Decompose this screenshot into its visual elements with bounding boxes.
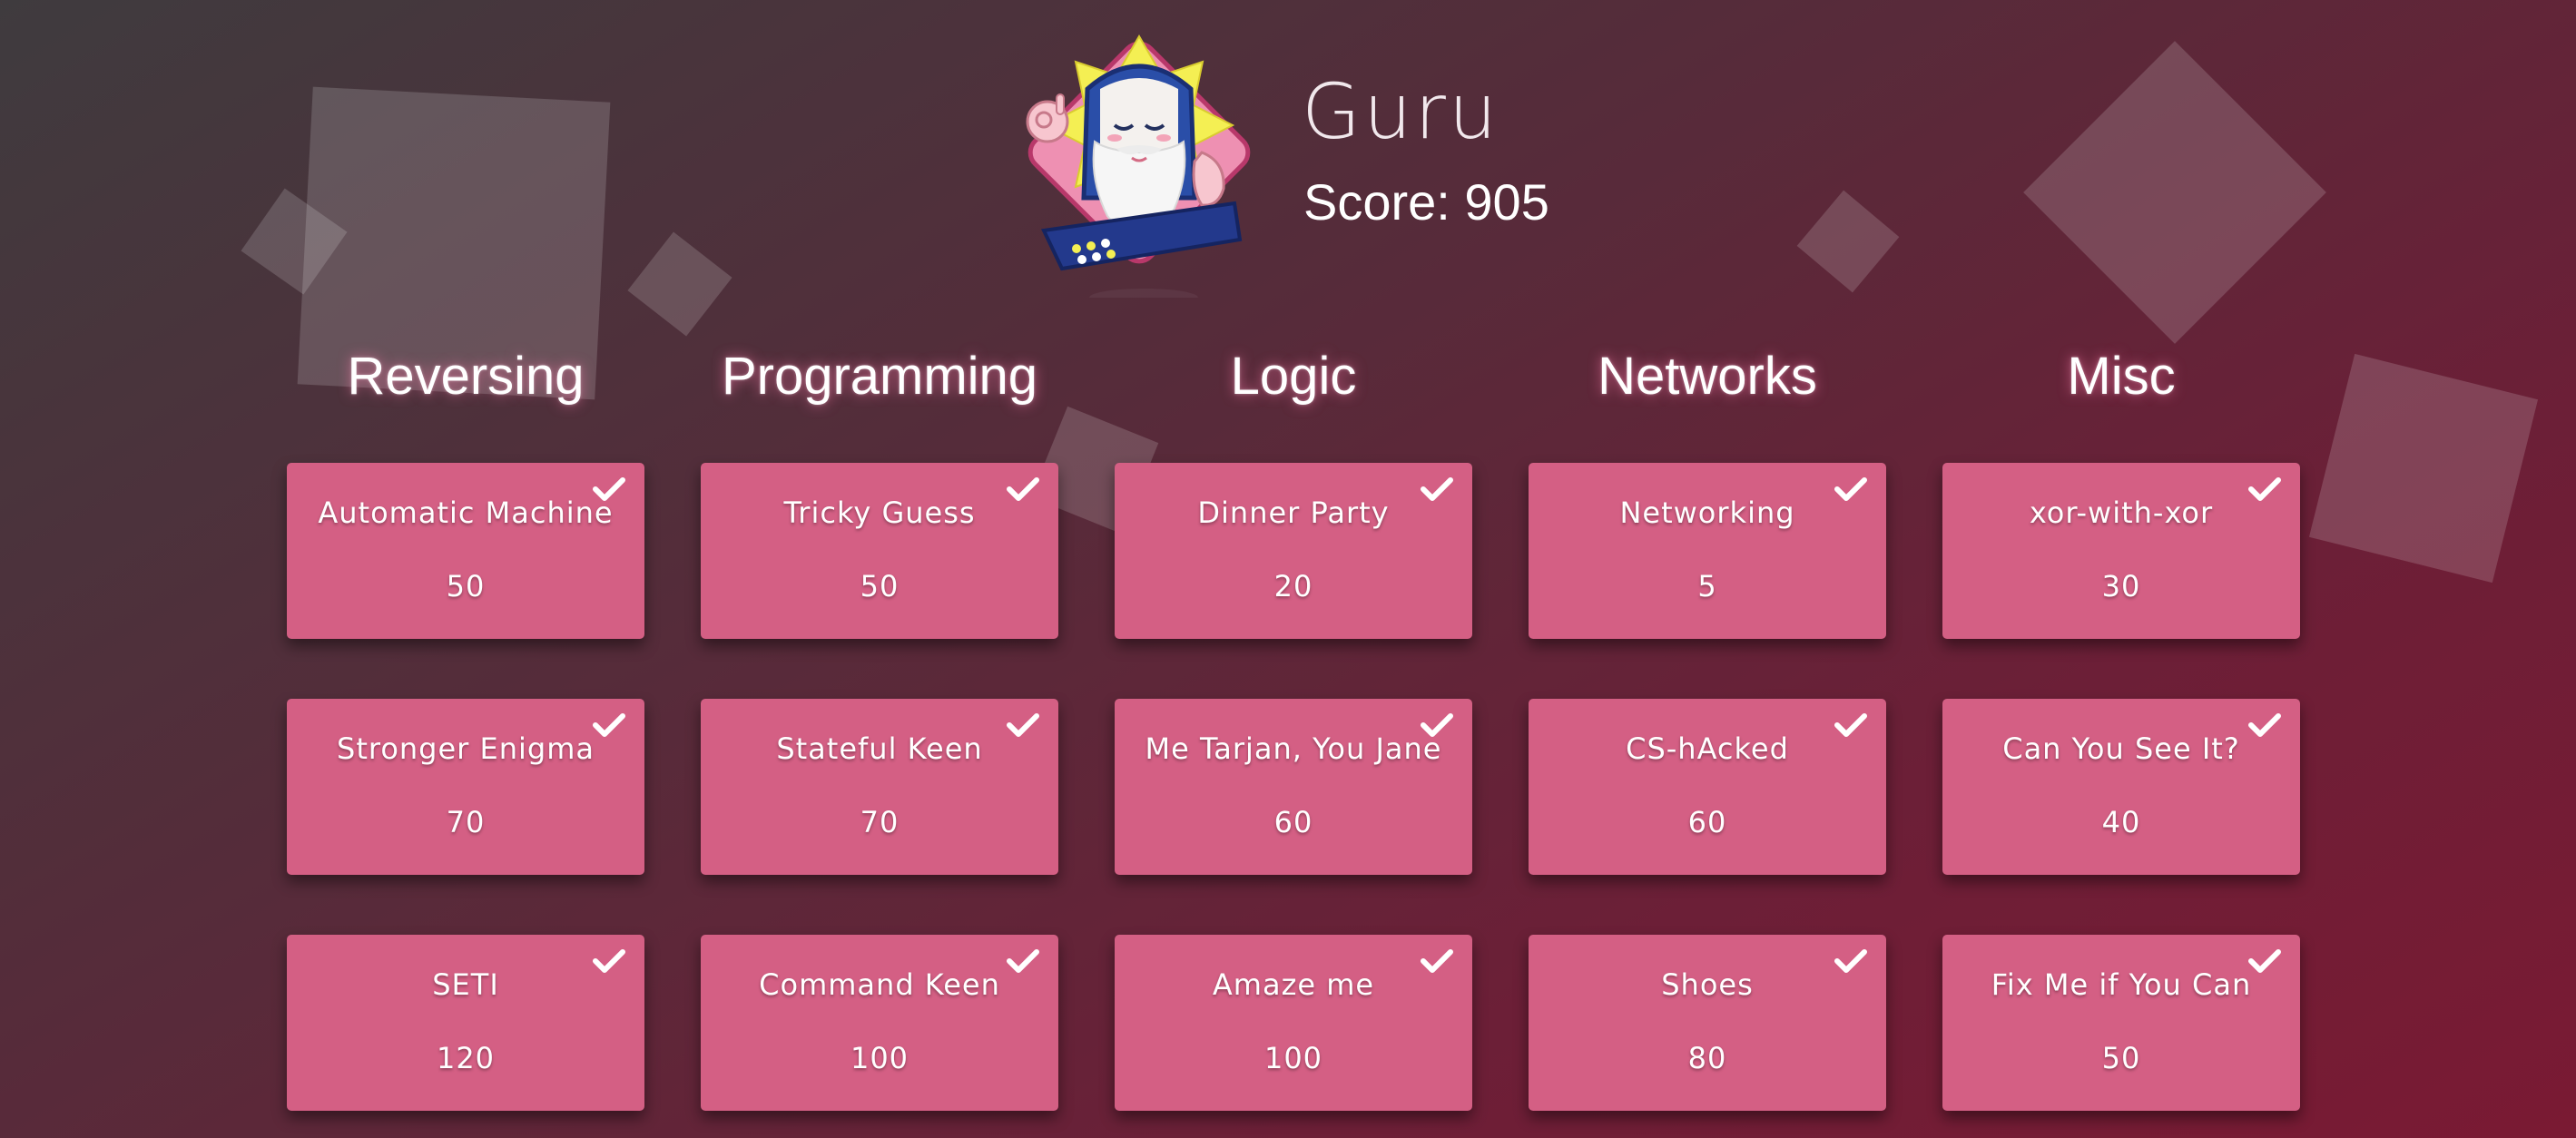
challenge-name: CS-hAcked bbox=[1626, 731, 1789, 766]
challenge-points: 60 bbox=[1687, 805, 1727, 839]
challenge-points: 100 bbox=[1263, 1041, 1323, 1075]
checkmark-icon bbox=[1007, 477, 1039, 501]
checkmark-icon bbox=[1421, 949, 1453, 973]
checkmark-icon bbox=[1007, 949, 1039, 973]
challenge-points: 40 bbox=[2101, 805, 2141, 839]
challenge-name: Tricky Guess bbox=[783, 495, 976, 530]
challenge-tile[interactable]: Amaze me 100 bbox=[1115, 935, 1472, 1111]
challenge-points: 120 bbox=[436, 1041, 496, 1075]
challenge-points: 100 bbox=[850, 1041, 909, 1075]
challenge-name: Dinner Party bbox=[1197, 495, 1390, 530]
guru-mascot-icon bbox=[1026, 34, 1251, 298]
category-title: Networks bbox=[1598, 347, 1817, 406]
category-column-misc: Misc xor-with-xor 30 Can You See It? 40 … bbox=[1942, 336, 2300, 1111]
challenge-tile[interactable]: Me Tarjan, You Jane 60 bbox=[1115, 699, 1472, 875]
challenge-tile[interactable]: Networking 5 bbox=[1529, 463, 1886, 639]
challenge-points: 60 bbox=[1273, 805, 1313, 839]
checkmark-icon bbox=[593, 713, 625, 737]
challenge-points: 80 bbox=[1687, 1041, 1727, 1075]
challenge-points: 50 bbox=[2101, 1041, 2141, 1075]
challenge-points: 30 bbox=[2101, 569, 2141, 603]
decorative-square bbox=[2023, 41, 2326, 344]
challenge-tile[interactable]: Stronger Enigma 70 bbox=[287, 699, 644, 875]
challenge-tile[interactable]: Fix Me if You Can 50 bbox=[1942, 935, 2300, 1111]
challenge-name: Command Keen bbox=[759, 967, 1000, 1002]
category-title: Reversing bbox=[347, 347, 585, 406]
checkmark-icon bbox=[593, 477, 625, 501]
checkmark-icon bbox=[2248, 949, 2281, 973]
challenge-tile[interactable]: Command Keen 100 bbox=[701, 935, 1058, 1111]
challenge-tile[interactable]: Can You See It? 40 bbox=[1942, 699, 2300, 875]
challenge-tile[interactable]: Shoes 80 bbox=[1529, 935, 1886, 1111]
category-title: Programming bbox=[721, 347, 1038, 406]
decorative-square bbox=[2308, 353, 2539, 584]
decorative-square bbox=[1796, 190, 1900, 293]
score-display: Score: 905 bbox=[1303, 173, 1549, 231]
category-column-networks: Networks Networking 5 CS-hAcked 60 Shoes… bbox=[1529, 336, 1886, 1111]
user-header: Guru Score: 905 bbox=[1008, 25, 1588, 298]
challenge-name: Fix Me if You Can bbox=[1991, 967, 2252, 1002]
challenge-points: 5 bbox=[1697, 569, 1717, 603]
challenge-tile[interactable]: Dinner Party 20 bbox=[1115, 463, 1472, 639]
checkmark-icon bbox=[2248, 713, 2281, 737]
checkmark-icon bbox=[1834, 949, 1867, 973]
challenge-name: Stateful Keen bbox=[776, 731, 983, 766]
challenge-tile[interactable]: SETI 120 bbox=[287, 935, 644, 1111]
challenge-tile[interactable]: xor-with-xor 30 bbox=[1942, 463, 2300, 639]
decorative-square bbox=[627, 231, 732, 337]
challenge-name: Shoes bbox=[1661, 967, 1754, 1002]
decorative-square bbox=[241, 188, 348, 295]
challenge-points: 20 bbox=[1273, 569, 1313, 603]
challenge-points: 70 bbox=[446, 805, 486, 839]
challenge-points: 50 bbox=[860, 569, 900, 603]
challenge-points: 50 bbox=[446, 569, 486, 603]
checkmark-icon bbox=[593, 949, 625, 973]
challenge-name: xor-with-xor bbox=[2029, 495, 2214, 530]
checkmark-icon bbox=[1834, 477, 1867, 501]
category-column-reversing: Reversing Automatic Machine 50 Stronger … bbox=[287, 336, 644, 1111]
challenge-name: Can You See It? bbox=[2002, 731, 2240, 766]
challenge-name: SETI bbox=[432, 967, 499, 1002]
challenge-name: Automatic Machine bbox=[318, 495, 614, 530]
challenge-points: 70 bbox=[860, 805, 900, 839]
checkmark-icon bbox=[1007, 713, 1039, 737]
challenge-tile[interactable]: Automatic Machine 50 bbox=[287, 463, 644, 639]
challenge-name: Networking bbox=[1619, 495, 1795, 530]
challenge-name: Stronger Enigma bbox=[337, 731, 595, 766]
checkmark-icon bbox=[1834, 713, 1867, 737]
checkmark-icon bbox=[1421, 477, 1453, 501]
category-column-logic: Logic Dinner Party 20 Me Tarjan, You Jan… bbox=[1115, 336, 1472, 1111]
challenge-name: Amaze me bbox=[1212, 967, 1375, 1002]
checkmark-icon bbox=[1421, 713, 1453, 737]
checkmark-icon bbox=[2248, 477, 2281, 501]
category-title: Misc bbox=[2067, 347, 2176, 406]
challenge-tile[interactable]: Stateful Keen 70 bbox=[701, 699, 1058, 875]
category-column-programming: Programming Tricky Guess 50 Stateful Kee… bbox=[701, 336, 1058, 1111]
challenge-tile[interactable]: CS-hAcked 60 bbox=[1529, 699, 1886, 875]
challenge-tile[interactable]: Tricky Guess 50 bbox=[701, 463, 1058, 639]
category-title: Logic bbox=[1230, 347, 1357, 406]
user-name: Guru bbox=[1302, 67, 1500, 156]
challenge-name: Me Tarjan, You Jane bbox=[1145, 731, 1442, 766]
